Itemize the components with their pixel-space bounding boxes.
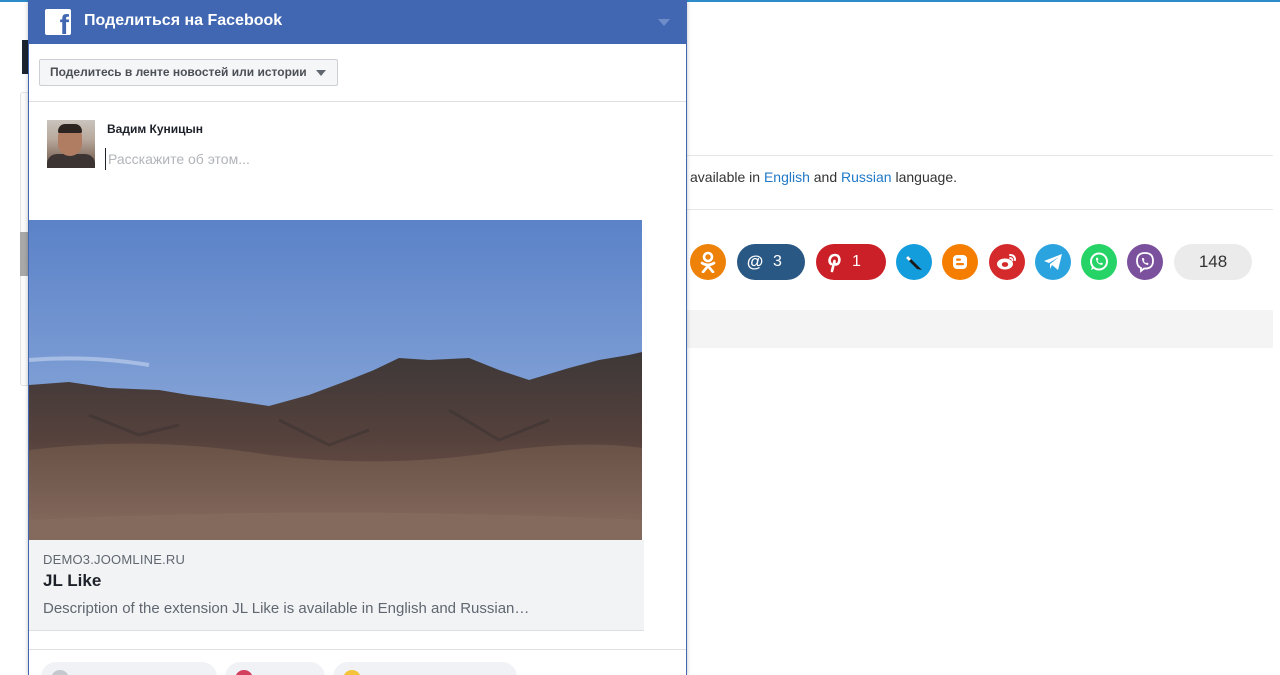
weibo-share-button[interactable] (989, 244, 1025, 280)
facebook-logo-icon: f (45, 9, 71, 35)
tag-friends-button[interactable] (41, 662, 217, 675)
odnoklassniki-share-button[interactable] (690, 244, 726, 280)
tag-icon (51, 670, 69, 675)
telegram-icon (1035, 244, 1071, 280)
telegram-share-button[interactable] (1035, 244, 1071, 280)
check-in-button[interactable] (225, 662, 325, 675)
divider (686, 155, 1273, 156)
pinterest-share-button[interactable]: 1 (816, 244, 886, 280)
whatsapp-icon (1081, 244, 1117, 280)
weibo-icon (989, 244, 1025, 280)
language-availability-text: is available in English and Russian lang… (676, 169, 957, 185)
at-sign-icon: @ (746, 252, 764, 271)
blogger-icon (942, 244, 978, 280)
avatar (47, 120, 95, 168)
russian-link[interactable]: Russian (841, 169, 892, 185)
link-preview-image[interactable] (29, 220, 642, 540)
feeling-activity-button[interactable] (333, 662, 517, 675)
smiley-icon (343, 670, 361, 675)
location-pin-icon (235, 670, 253, 675)
divider (686, 209, 1273, 210)
divider (29, 101, 686, 102)
avatar-body (47, 154, 95, 168)
share-destination-select[interactable]: Поделитесь в ленте новостей или истории (39, 59, 338, 86)
divider (29, 649, 686, 650)
link-preview-info[interactable]: DEMO3.JOOMLINE.RU JL Like Description of… (29, 540, 644, 631)
caret-down-icon (315, 70, 326, 76)
livejournal-pencil-icon (896, 244, 932, 280)
total-share-count: 148 (1174, 244, 1252, 280)
compose-message-input[interactable] (105, 148, 648, 170)
mail-ru-share-button[interactable]: @ 3 (737, 244, 805, 280)
facebook-share-dialog: f Поделиться на Facebook Поделитесь в ле… (28, 0, 687, 675)
livejournal-share-button[interactable] (896, 244, 932, 280)
whatsapp-share-button[interactable] (1081, 244, 1117, 280)
odnoklassniki-icon (690, 244, 726, 280)
avatar-hair (58, 124, 82, 133)
facebook-logo-glyph: f (59, 9, 69, 36)
dialog-title: Поделиться на Facebook (84, 12, 283, 29)
pinterest-icon (816, 244, 852, 280)
link-preview-description: Description of the extension JL Like is … (43, 600, 530, 617)
chevron-down-icon[interactable] (658, 19, 670, 26)
link-preview-domain: DEMO3.JOOMLINE.RU (43, 552, 186, 567)
share-destination-label: Поделитесь в ленте новостей или истории (50, 65, 307, 79)
background-bar (686, 310, 1273, 348)
viber-icon (1127, 244, 1163, 280)
dialog-header: f Поделиться на Facebook (29, 0, 686, 44)
share-count: 1 (852, 253, 861, 270)
english-link[interactable]: English (764, 169, 810, 185)
share-count: 3 (773, 253, 782, 270)
viber-share-button[interactable] (1127, 244, 1163, 280)
user-name: Вадим Куницын (107, 122, 204, 136)
lang-text-and: and (813, 169, 838, 185)
link-preview-title: JL Like (43, 571, 102, 590)
lang-text-post: language. (895, 169, 958, 185)
lang-text-pre: is available in (676, 169, 761, 185)
blogger-share-button[interactable] (942, 244, 978, 280)
